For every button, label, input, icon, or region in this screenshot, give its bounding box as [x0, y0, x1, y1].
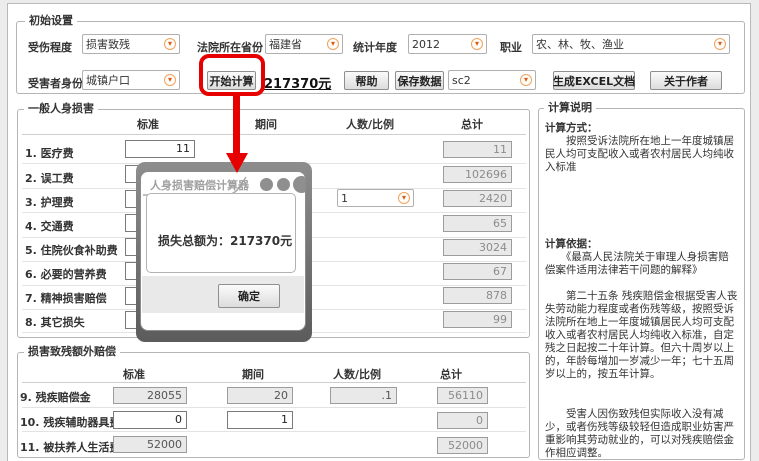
annotation-arrow-line [233, 96, 240, 154]
divider [22, 407, 526, 408]
total-field: 67 [443, 263, 512, 280]
injury-degree-label: 受伤程度 [28, 41, 72, 54]
window-control-icon[interactable] [293, 176, 305, 193]
total-field: 102696 [443, 166, 512, 183]
total-field: 65 [443, 215, 512, 232]
period-input[interactable]: 1 [227, 411, 293, 429]
calc-basis-body-3: 受害人因伤致残但实际收入没有减少，或者伤残等级较轻但造成职业妨害严重影响其劳动就… [545, 408, 734, 459]
chevron-down-icon: ▾ [164, 38, 176, 50]
annotation-highlight-rect [199, 54, 265, 96]
victim-identity-label: 受害者身份 [28, 77, 83, 90]
window-control-icon[interactable] [260, 178, 273, 191]
stat-year-select[interactable]: 2012 ▾ [408, 34, 487, 54]
chevron-down-icon: ▾ [520, 74, 532, 86]
stat-year-label: 统计年度 [353, 41, 397, 54]
total-field: 0 [437, 412, 488, 429]
help-button[interactable]: 帮助 [344, 71, 389, 90]
row-label: 10. 残疾辅助器具费 [20, 416, 121, 429]
col-period: 期间 [255, 118, 277, 131]
col-standard: 标准 [123, 368, 145, 381]
row-label: 2. 误工费 [25, 172, 74, 185]
calc-basis-body-2: 第二十五条 残疾赔偿金根据受害人丧失劳动能力程度或者伤残等级，按照受诉法院所在地… [545, 290, 738, 380]
total-field: 52000 [437, 437, 488, 454]
dialog-title: 人身损害赔偿计算器 [150, 179, 249, 192]
injury-degree-select[interactable]: 损害致残 ▾ [82, 34, 180, 54]
result-dialog: 人身损害赔偿计算器 损失总额为：217370元 确定 [140, 171, 306, 331]
dialog-message-box: 损失总额为：217370元 [146, 193, 296, 273]
row-label: 8. 其它损失 [25, 316, 85, 329]
standard-input[interactable]: 0 [113, 411, 187, 429]
row-label: 3. 护理费 [25, 196, 74, 209]
generate-excel-button[interactable]: 生成EXCEL文档 [553, 71, 635, 90]
total-field: 99 [443, 311, 512, 328]
row-label: 11. 被扶养人生活费 [20, 441, 121, 454]
standard-field: 28055 [113, 387, 187, 404]
section-title: 一般人身损害 [24, 102, 98, 116]
annotation-arrow-head-icon [226, 153, 248, 173]
section-title: 初始设置 [25, 14, 77, 28]
ratio-field: .1 [330, 387, 397, 404]
row-label: 5. 住院伙食补助费 [25, 244, 118, 257]
row-label: 7. 精神损害赔偿 [25, 292, 107, 305]
save-slot-select[interactable]: sc2 ▾ [448, 70, 536, 90]
total-field: 56110 [437, 387, 488, 404]
row-label: 1. 医疗费 [25, 147, 74, 160]
chevron-down-icon: ▾ [164, 74, 176, 86]
calc-method-body: 按照受诉法院所在地上一年度城镇居民人均可支配收入或者农村居民人均纯收入标准 [545, 135, 734, 173]
chevron-down-icon: ▾ [714, 38, 726, 50]
period-field: 20 [227, 387, 293, 404]
divider [22, 134, 526, 135]
calc-method-title: 计算方式： [545, 122, 598, 134]
total-field: 3024 [443, 239, 512, 256]
total-field: 11 [443, 141, 512, 158]
col-standard: 标准 [137, 118, 159, 131]
divider [22, 382, 526, 383]
window-control-icon[interactable] [277, 178, 290, 191]
province-select[interactable]: 福建省 ▾ [265, 34, 343, 54]
divider [22, 431, 526, 432]
occupation-label: 职业 [500, 41, 522, 54]
chevron-down-icon: ▾ [398, 192, 410, 204]
standard-input[interactable]: 11 [125, 140, 195, 158]
chevron-down-icon: ▾ [327, 38, 339, 50]
total-field: 878 [443, 287, 512, 304]
about-author-button[interactable]: 关于作者 [650, 71, 722, 90]
calc-basis-title: 计算依据： [545, 238, 598, 250]
total-field: 2420 [443, 190, 512, 207]
col-ratio: 人数/比例 [346, 118, 395, 131]
col-total: 总计 [440, 368, 462, 381]
row-label: 4. 交通费 [25, 220, 74, 233]
chevron-down-icon: ▾ [471, 38, 483, 50]
dialog-message: 损失总额为：217370元 [158, 234, 293, 248]
occupation-select[interactable]: 农、林、牧、渔业 ▾ [532, 34, 730, 54]
ratio-select[interactable]: 1 ▾ [337, 189, 414, 207]
save-data-button[interactable]: 保存数据 [395, 71, 444, 90]
calc-basis-body-1: 《最高人民法院关于审理人身损害赔偿案件适用法律若干问题的解释》 [545, 251, 729, 276]
ok-button[interactable]: 确定 [218, 284, 280, 308]
col-total: 总计 [461, 118, 483, 131]
col-ratio: 人数/比例 [333, 368, 382, 381]
victim-identity-select[interactable]: 城镇户口 ▾ [82, 70, 180, 90]
app-window: 初始设置 受伤程度 损害致残 ▾ 法院所在省份 福建省 ▾ 统计年度 2012 ▾ 职… [0, 0, 759, 461]
row-label: 6. 必要的营养费 [25, 268, 107, 281]
col-period: 期间 [242, 368, 264, 381]
section-title: 计算说明 [544, 101, 596, 115]
province-label: 法院所在省份 [197, 41, 263, 54]
section-title: 损害致残额外赔偿 [24, 345, 120, 359]
row-label: 9. 残疾赔偿金 [20, 391, 91, 404]
result-total-text: 217370元 [264, 77, 332, 92]
standard-field: 52000 [113, 436, 187, 453]
